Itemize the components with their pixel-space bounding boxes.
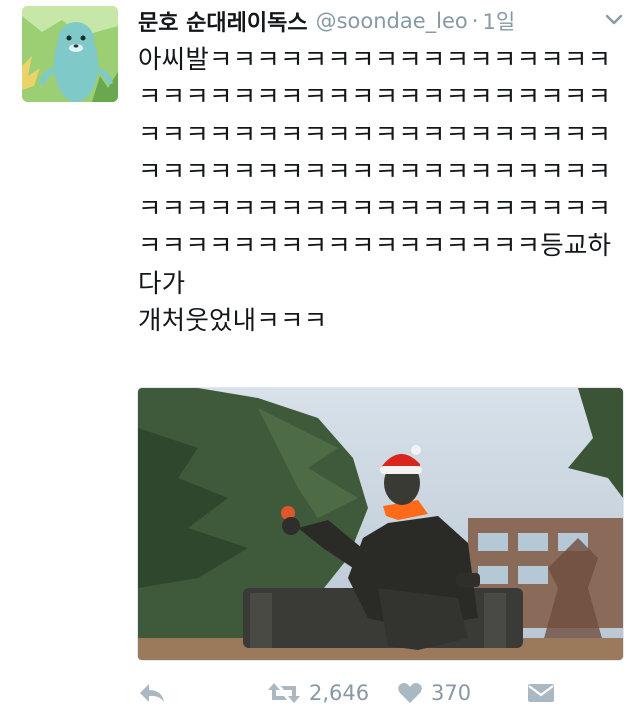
reply-button[interactable]	[137, 681, 267, 705]
tweet-actions: 2,646 370	[137, 676, 557, 710]
meta-separator: ·	[471, 9, 479, 33]
chevron-down-icon[interactable]	[602, 8, 626, 32]
user-handle[interactable]: @soondae_leo	[316, 9, 468, 33]
reply-icon	[140, 684, 164, 702]
tweet-timestamp[interactable]: 1일	[482, 6, 515, 36]
heart-icon	[398, 683, 422, 703]
avatar[interactable]	[22, 6, 118, 102]
retweet-icon	[268, 683, 300, 703]
tweet-text: 아씨발ㅋㅋㅋㅋㅋㅋㅋㅋㅋㅋㅋㅋㅋㅋㅋㅋㅋㅋㅋㅋㅋㅋㅋㅋㅋㅋㅋㅋㅋㅋㅋㅋㅋㅋㅋㅋㅋ…	[138, 45, 612, 337]
tweet-photo[interactable]	[137, 387, 624, 661]
retweet-button[interactable]: 2,646	[267, 681, 397, 705]
avatar-image	[22, 6, 118, 102]
like-count: 370	[431, 681, 472, 705]
direct-message-button[interactable]	[527, 682, 555, 704]
display-name[interactable]: 문호 순대레이독스	[138, 5, 308, 37]
statue-photo	[138, 388, 623, 660]
envelope-icon	[528, 684, 554, 702]
like-button[interactable]: 370	[397, 681, 527, 705]
retweet-count: 2,646	[309, 681, 370, 705]
tweet-header: 문호 순대레이독스 @soondae_leo · 1일	[138, 6, 626, 36]
